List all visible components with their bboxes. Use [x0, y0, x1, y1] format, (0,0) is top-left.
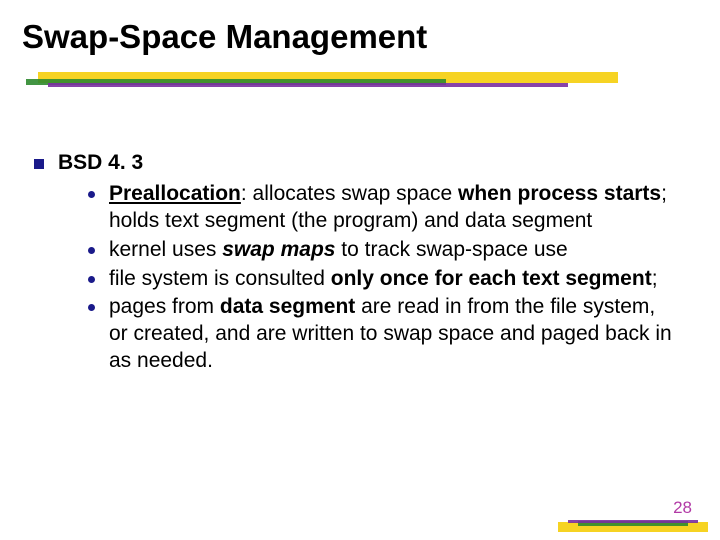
- title-underline-decoration: [38, 72, 678, 112]
- list-item: pages from data segment are read in from…: [88, 294, 674, 375]
- text-span: file system is consulted: [109, 267, 331, 290]
- text-span: data segment: [220, 295, 355, 318]
- bullet-text: file system is consulted only once for e…: [109, 266, 658, 293]
- list-item: Preallocation: allocates swap space when…: [88, 181, 674, 235]
- text-span: swap maps: [222, 238, 335, 261]
- text-span: Preallocation: [109, 182, 241, 205]
- bullet-text: kernel uses swap maps to track swap-spac…: [109, 237, 568, 264]
- text-span: when process starts: [458, 182, 661, 205]
- sub-list: Preallocation: allocates swap space when…: [88, 181, 674, 375]
- bullet-text: Preallocation: allocates swap space when…: [109, 181, 674, 235]
- dot-bullet-icon: [88, 276, 95, 283]
- text-span: only once for each text segment: [331, 267, 652, 290]
- text-span: ;: [652, 267, 658, 290]
- text-span: pages from: [109, 295, 220, 318]
- top-level-label: BSD 4. 3: [58, 150, 143, 177]
- dot-bullet-icon: [88, 191, 95, 198]
- text-span: kernel uses: [109, 238, 222, 261]
- list-item: BSD 4. 3: [34, 150, 674, 177]
- text-span: to track swap-space use: [335, 238, 567, 261]
- title-area: Swap-Space Management: [22, 18, 427, 56]
- dot-bullet-icon: [88, 304, 95, 311]
- bullet-text: pages from data segment are read in from…: [109, 294, 674, 375]
- list-item: kernel uses swap maps to track swap-spac…: [88, 237, 674, 264]
- corner-purple: [568, 520, 698, 523]
- dot-bullet-icon: [88, 247, 95, 254]
- text-span: : allocates swap space: [241, 182, 458, 205]
- square-bullet-icon: [34, 159, 44, 169]
- content-area: BSD 4. 3 Preallocation: allocates swap s…: [34, 150, 674, 377]
- slide: Swap-Space Management BSD 4. 3 Prealloca…: [0, 0, 720, 540]
- list-item: file system is consulted only once for e…: [88, 266, 674, 293]
- page-number: 28: [673, 498, 692, 518]
- underline-purple: [48, 83, 568, 87]
- slide-title: Swap-Space Management: [22, 18, 427, 56]
